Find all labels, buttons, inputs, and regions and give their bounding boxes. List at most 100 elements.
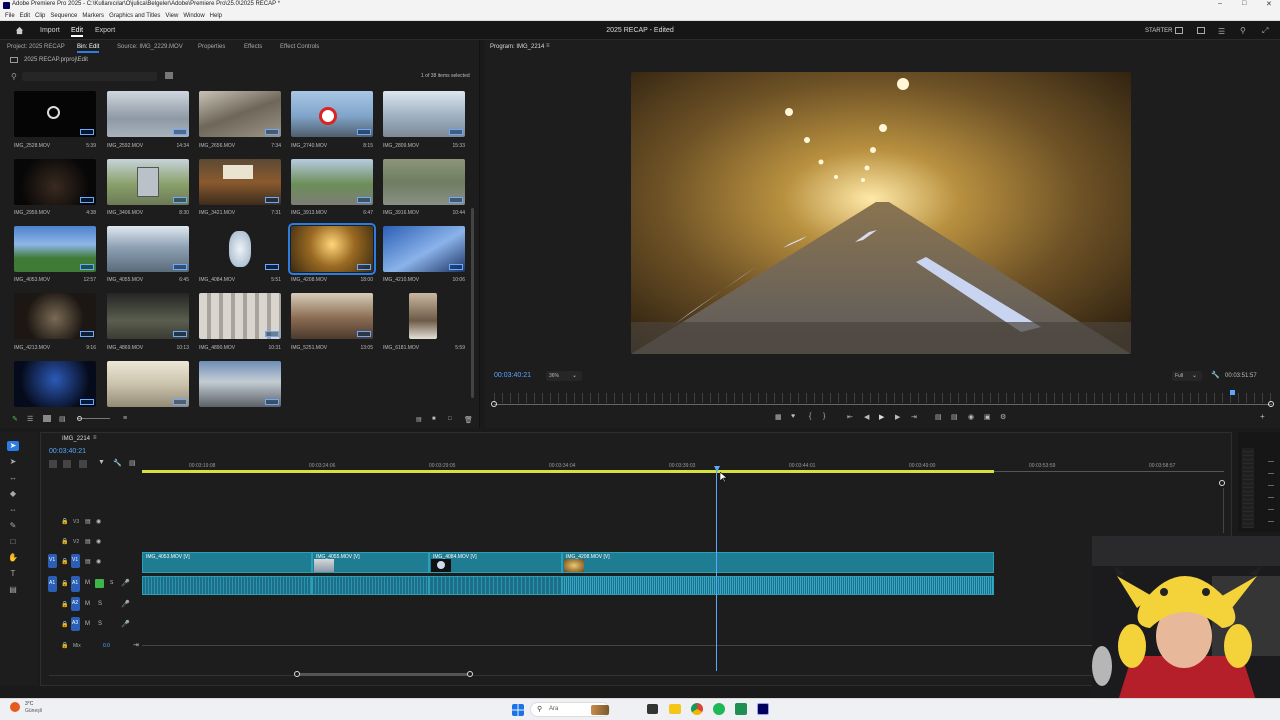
mark-icon[interactable]: ▦	[775, 413, 782, 421]
trash-icon[interactable]: 🗑	[464, 416, 473, 424]
clip-thumbnail[interactable]	[14, 293, 96, 339]
chrome-icon[interactable]	[691, 703, 703, 715]
new-bin-icon[interactable]	[165, 72, 173, 79]
tab-project[interactable]: Project: 2025 RECAP	[7, 44, 65, 50]
hand-icon[interactable]: ✋	[7, 553, 19, 563]
sync-lock-icon[interactable]: ▤	[85, 558, 91, 565]
play-icon[interactable]: ▶	[879, 413, 884, 421]
clip-thumbnail[interactable]	[199, 293, 281, 339]
selection-tool-icon[interactable]: ➤	[7, 441, 19, 451]
playhead-line[interactable]	[716, 471, 717, 671]
menu-file[interactable]: File	[5, 11, 15, 21]
layout-icon[interactable]	[1175, 27, 1183, 34]
clip-thumbnail[interactable]	[291, 159, 373, 205]
sequence-tab[interactable]: IMG_2214	[62, 436, 90, 442]
timeline-video-clip[interactable]: IMG_4208.MOV [V]	[562, 552, 994, 573]
track-target-v1[interactable]: V1	[71, 554, 80, 568]
pen-icon[interactable]: ✎	[7, 521, 19, 531]
vertical-scrollbar[interactable]	[1223, 488, 1224, 533]
task-view-icon[interactable]	[647, 704, 658, 714]
find-icon[interactable]: ■	[432, 416, 436, 422]
lock-icon[interactable]: 🔒	[61, 601, 68, 608]
timeline-timecode[interactable]: 00:03:40:21	[49, 448, 86, 455]
export-frame-icon[interactable]: ◉	[968, 413, 974, 421]
microphone-icon[interactable]: 🎤	[121, 620, 130, 628]
clip-thumbnail[interactable]	[107, 91, 189, 137]
icon-view-icon[interactable]	[43, 415, 51, 422]
automate-icon[interactable]: ▤	[416, 416, 422, 423]
new-item-icon[interactable]: □	[448, 416, 452, 422]
menu-icon[interactable]: ☰	[1218, 27, 1225, 36]
windows-start-icon[interactable]	[512, 704, 524, 716]
wrench-icon[interactable]: 🔧	[113, 459, 122, 467]
clip-thumbnail[interactable]	[107, 226, 189, 272]
clip-thumbnail[interactable]	[107, 159, 189, 205]
mute-icon[interactable]: M	[85, 621, 90, 627]
playhead-timecode[interactable]: 00:03:40:21	[494, 372, 531, 379]
out-handle[interactable]	[1268, 401, 1274, 407]
mix-volume[interactable]: 0.0	[103, 643, 110, 649]
rectangle-icon[interactable]: □	[7, 537, 19, 547]
quality-select[interactable]: Full ⌄	[1172, 371, 1202, 381]
clip-thumbnail-selected[interactable]	[288, 223, 376, 275]
pencil-icon[interactable]: ✎	[12, 415, 18, 423]
step-forward-icon[interactable]: ▶	[895, 413, 900, 421]
program-video-frame[interactable]	[631, 72, 1131, 354]
settings-icon[interactable]: ⚙	[1000, 413, 1006, 421]
panel-menu-icon[interactable]: ≡	[93, 435, 97, 441]
menu-graphics[interactable]: Graphics and Titles	[109, 11, 160, 21]
eye-icon[interactable]: ◉	[96, 518, 101, 525]
mute-icon[interactable]: M	[85, 580, 90, 586]
fullscreen-icon[interactable]: ⤢	[1262, 26, 1268, 36]
eye-icon[interactable]: ◉	[96, 558, 101, 565]
add-button-icon[interactable]: +	[1260, 412, 1265, 421]
menu-edit[interactable]: Edit	[20, 11, 30, 21]
clip-thumbnail[interactable]	[14, 361, 96, 407]
go-to-in-icon[interactable]: ⇤	[847, 413, 853, 421]
scrub-ruler[interactable]	[494, 393, 1272, 403]
go-to-out-icon[interactable]: ⇥	[911, 413, 917, 421]
share-icon[interactable]	[1197, 27, 1205, 34]
scrub-bar[interactable]	[494, 404, 1272, 405]
clip-thumbnail[interactable]	[107, 361, 189, 407]
app-icon[interactable]	[735, 703, 747, 715]
lift-icon[interactable]: ▤	[935, 413, 942, 421]
menu-markers[interactable]: Markers	[82, 11, 104, 21]
timeline-audio-clip[interactable]	[562, 576, 994, 595]
clip-thumbnail[interactable]	[199, 159, 281, 205]
solo-icon[interactable]: S	[98, 621, 102, 627]
lock-icon[interactable]: 🔒	[61, 621, 68, 628]
program-tab[interactable]: Program: IMG_2214	[490, 44, 544, 51]
scroll-handle-right[interactable]	[467, 671, 473, 677]
razor-icon[interactable]: ◆	[7, 489, 19, 499]
clip-thumbnail[interactable]	[291, 91, 373, 137]
horizontal-scrollbar[interactable]	[297, 673, 471, 676]
clip-thumbnail[interactable]	[107, 293, 189, 339]
nest-icon[interactable]	[49, 460, 57, 468]
mark-in-icon[interactable]: {	[809, 413, 811, 420]
search-icon[interactable]: ⚲	[1240, 26, 1246, 35]
tab-bin[interactable]: Bin: Edit	[77, 44, 100, 53]
lock-icon[interactable]: 🔒	[61, 558, 68, 565]
weather-icon[interactable]	[10, 702, 20, 712]
track-select-icon[interactable]: ➤	[7, 457, 19, 467]
bin-scrollbar[interactable]	[471, 208, 474, 398]
slip-icon[interactable]: ⇔	[7, 505, 19, 515]
lock-icon[interactable]: 🔒	[61, 580, 68, 587]
extract-icon[interactable]: ▤	[951, 413, 958, 421]
type-icon[interactable]: T	[7, 569, 19, 579]
comparison-view-icon[interactable]: ▣	[984, 413, 991, 421]
zoom-slider[interactable]	[77, 416, 110, 421]
caption-icon[interactable]: ▤	[7, 585, 19, 595]
clip-thumbnail[interactable]	[291, 293, 373, 339]
in-handle[interactable]	[491, 401, 497, 407]
clip-thumbnail[interactable]	[409, 293, 437, 339]
timeline-audio-clip[interactable]	[142, 576, 312, 595]
track-target-a2[interactable]: A2	[71, 597, 80, 611]
menu-sequence[interactable]: Sequence	[50, 11, 77, 21]
workspace-label[interactable]: STARTER	[1145, 28, 1172, 34]
timeline-audio-clip[interactable]	[312, 576, 429, 595]
clip-thumbnail[interactable]	[14, 159, 96, 205]
timeline-audio-clip[interactable]	[429, 576, 562, 595]
snap-icon[interactable]	[63, 460, 71, 468]
